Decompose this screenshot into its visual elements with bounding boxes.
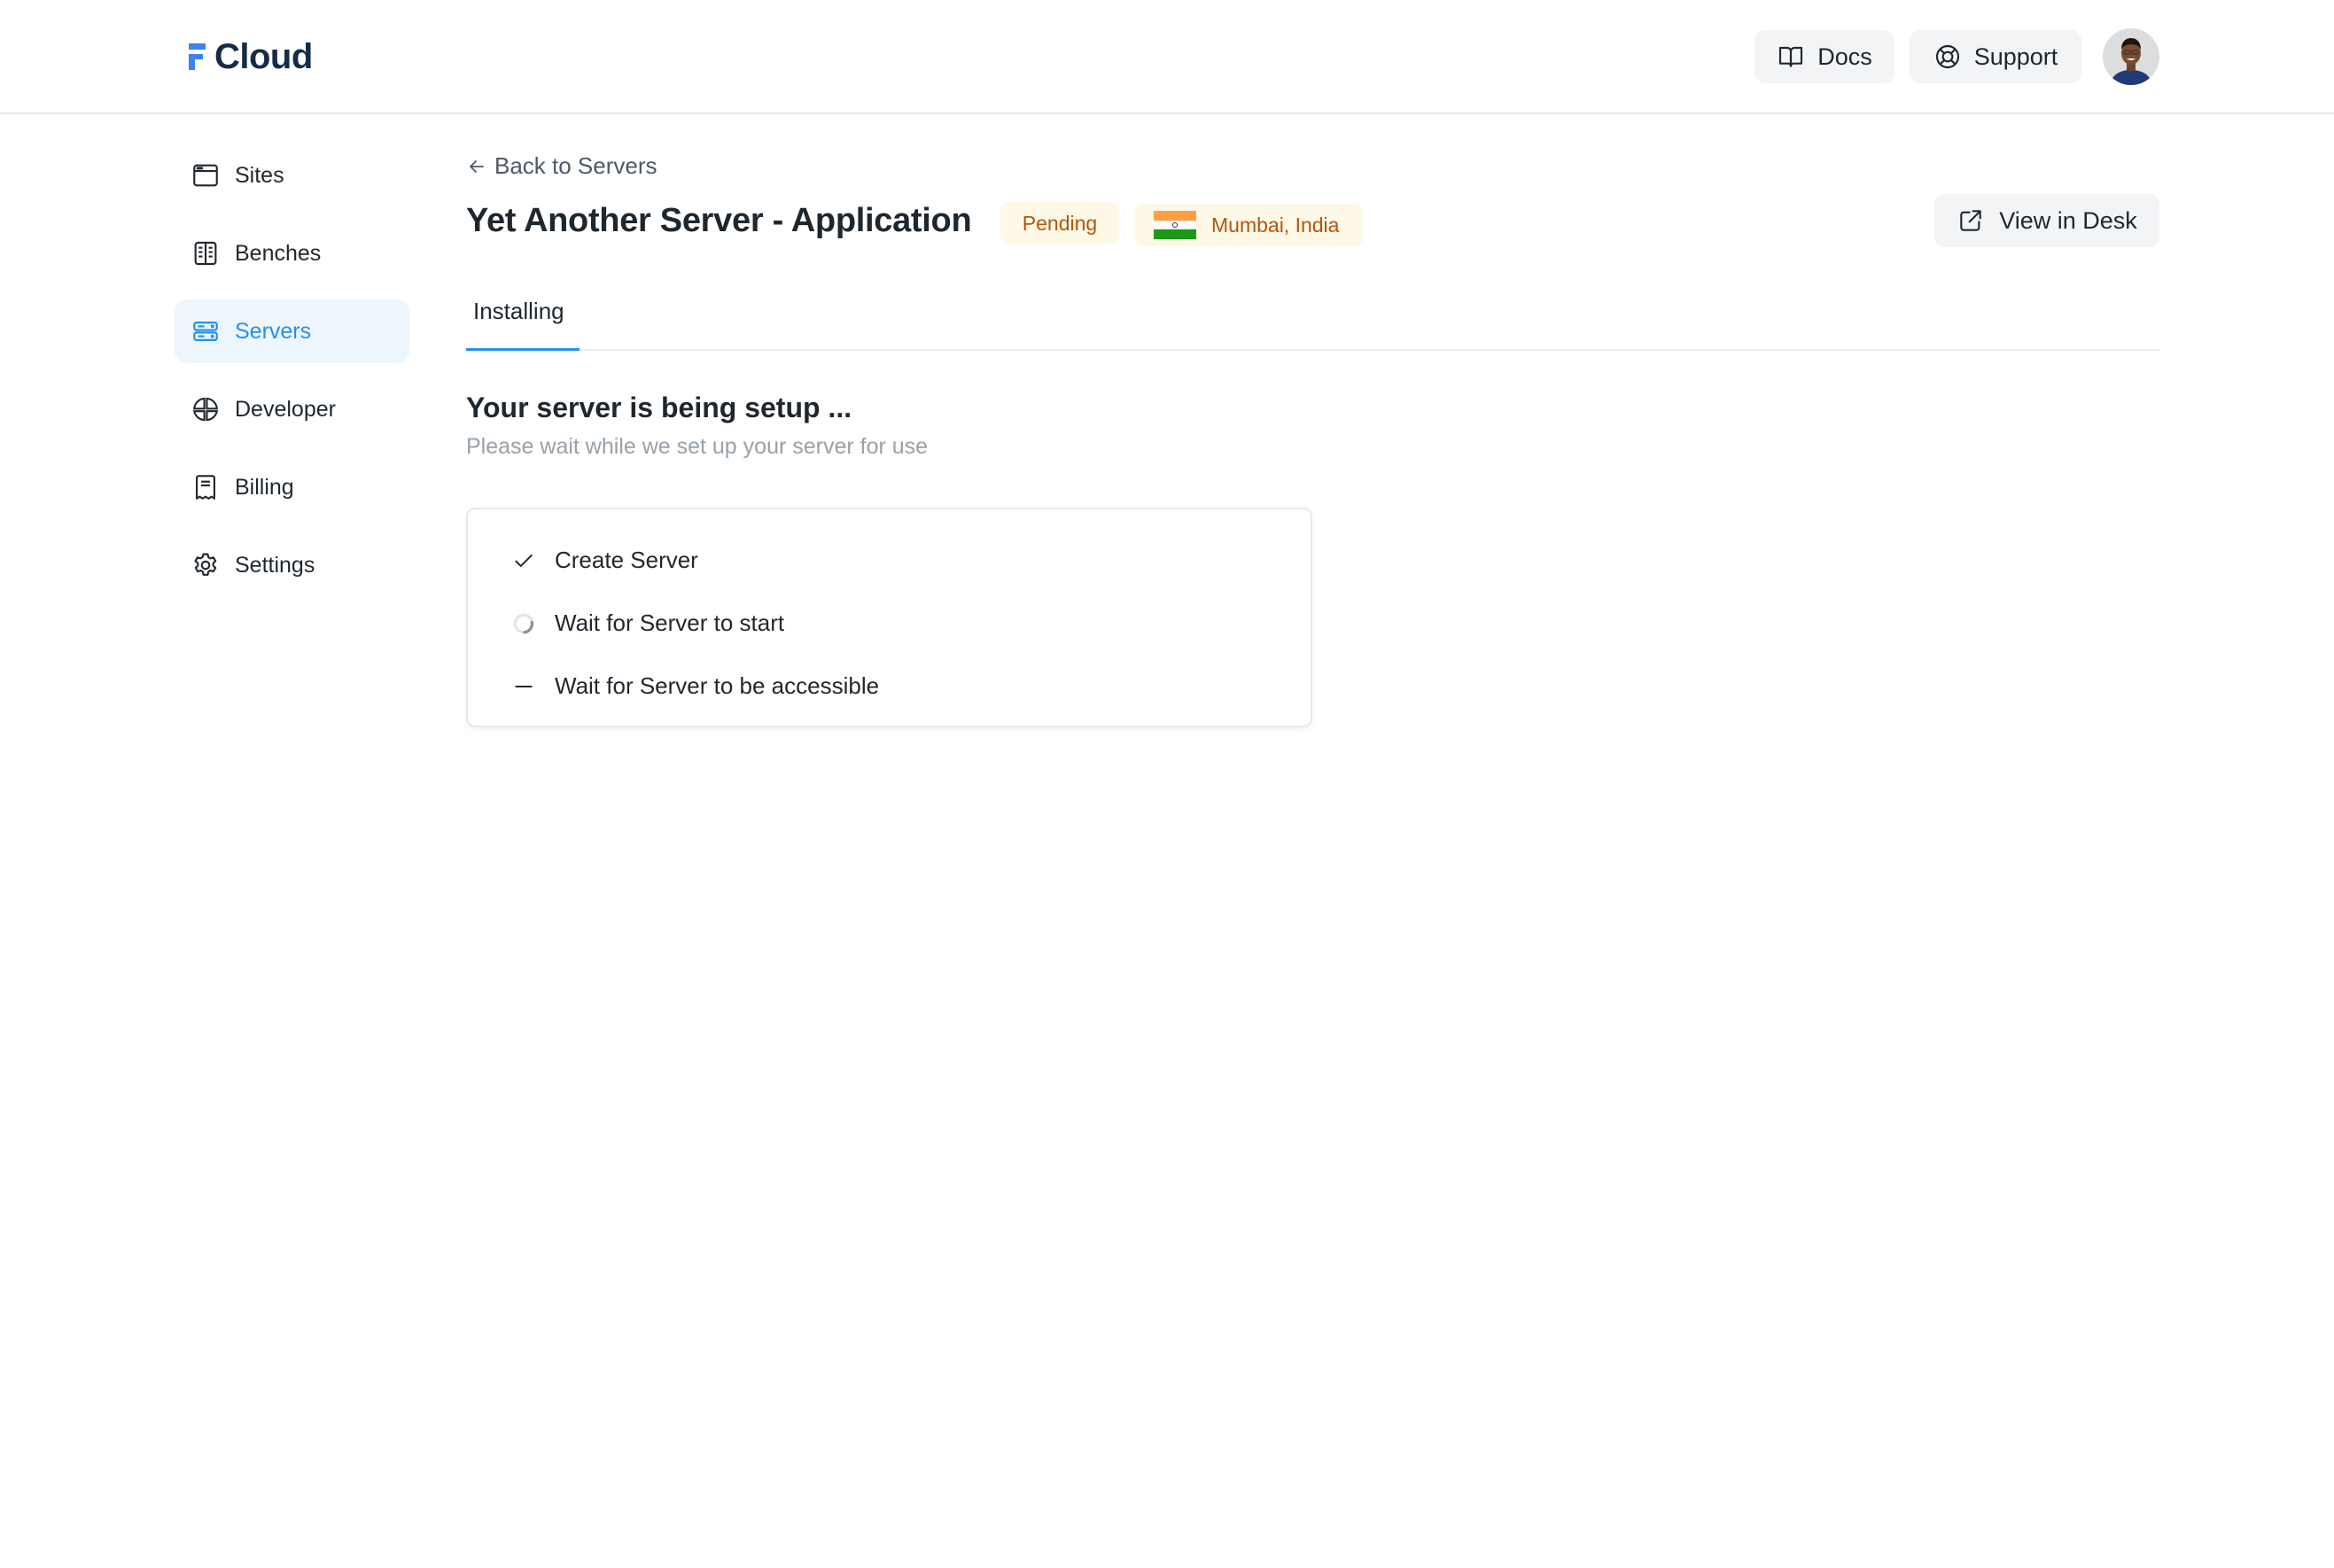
location-label: Mumbai, India bbox=[1211, 213, 1340, 237]
sidebar-item-label: Billing bbox=[235, 474, 294, 500]
docs-label: Docs bbox=[1817, 43, 1872, 70]
sidebar-item-billing[interactable]: Billing bbox=[175, 455, 409, 519]
sidebar-item-benches[interactable]: Benches bbox=[175, 221, 409, 285]
browser-window-icon bbox=[193, 164, 218, 187]
developer-icon bbox=[192, 397, 219, 422]
spinner-icon bbox=[512, 612, 535, 635]
external-link-icon bbox=[1960, 210, 1981, 231]
dash-icon bbox=[512, 675, 535, 698]
setup-steps-card: Create Server Wait for Server to start W… bbox=[466, 508, 1312, 727]
tab-bar: Installing bbox=[466, 285, 2159, 351]
logo-text: Cloud bbox=[214, 36, 313, 76]
server-icon bbox=[193, 321, 218, 342]
tab-label: Installing bbox=[473, 298, 564, 324]
tab-installing[interactable]: Installing bbox=[466, 285, 580, 351]
step-label: Wait for Server to be accessible bbox=[555, 672, 880, 699]
step-item: Wait for Server to start bbox=[468, 592, 1311, 655]
avatar-photo-icon bbox=[2103, 28, 2159, 85]
top-header: Cloud Docs Support bbox=[0, 0, 2334, 114]
india-flag-icon bbox=[1154, 211, 1196, 239]
status-badge-label: Pending bbox=[1022, 211, 1098, 235]
sidebar-item-label: Settings bbox=[235, 552, 315, 578]
sidebar-item-label: Servers bbox=[235, 318, 312, 344]
lifebuoy-icon bbox=[1935, 44, 1959, 69]
user-avatar[interactable] bbox=[2103, 28, 2159, 85]
sidebar-nav: Sites Benches Servers Developer Billing bbox=[175, 144, 409, 611]
sidebar-item-settings[interactable]: Settings bbox=[175, 533, 409, 597]
gear-icon bbox=[194, 553, 217, 576]
sidebar-item-label: Benches bbox=[235, 240, 322, 266]
sidebar-item-sites[interactable]: Sites bbox=[175, 144, 409, 207]
status-badge: Pending bbox=[1000, 202, 1119, 245]
checkmark-icon bbox=[512, 549, 535, 572]
docs-button[interactable]: Docs bbox=[1754, 30, 1894, 83]
sidebar-item-label: Sites bbox=[235, 162, 284, 188]
setup-title: Your server is being setup ... bbox=[466, 392, 852, 423]
location-badge: Mumbai, India bbox=[1134, 204, 1363, 246]
sidebar-item-label: Developer bbox=[235, 396, 336, 422]
view-in-desk-label: View in Desk bbox=[1999, 206, 2137, 234]
back-to-servers-link[interactable]: Back to Servers bbox=[466, 152, 657, 180]
logo-mark-icon bbox=[189, 43, 206, 70]
sidebar-item-developer[interactable]: Developer bbox=[175, 377, 409, 441]
arrow-left-icon bbox=[470, 159, 484, 173]
book-open-icon bbox=[1779, 46, 1803, 67]
view-in-desk-button[interactable]: View in Desk bbox=[1934, 194, 2159, 247]
support-button[interactable]: Support bbox=[1910, 30, 2081, 83]
step-label: Wait for Server to start bbox=[555, 609, 785, 636]
page-title: Yet Another Server - Application bbox=[466, 202, 972, 239]
bench-panels-icon bbox=[194, 241, 217, 266]
support-label: Support bbox=[1973, 43, 2058, 70]
sidebar-item-servers[interactable]: Servers bbox=[175, 299, 409, 363]
receipt-icon bbox=[196, 475, 215, 500]
step-item: Wait for Server to be accessible bbox=[468, 655, 1311, 718]
logo[interactable]: Cloud bbox=[189, 35, 313, 78]
back-link-label: Back to Servers bbox=[494, 152, 657, 179]
setup-subtitle: Please wait while we set up your server … bbox=[466, 434, 929, 459]
step-item: Create Server bbox=[468, 529, 1311, 592]
step-label: Create Server bbox=[555, 547, 698, 573]
